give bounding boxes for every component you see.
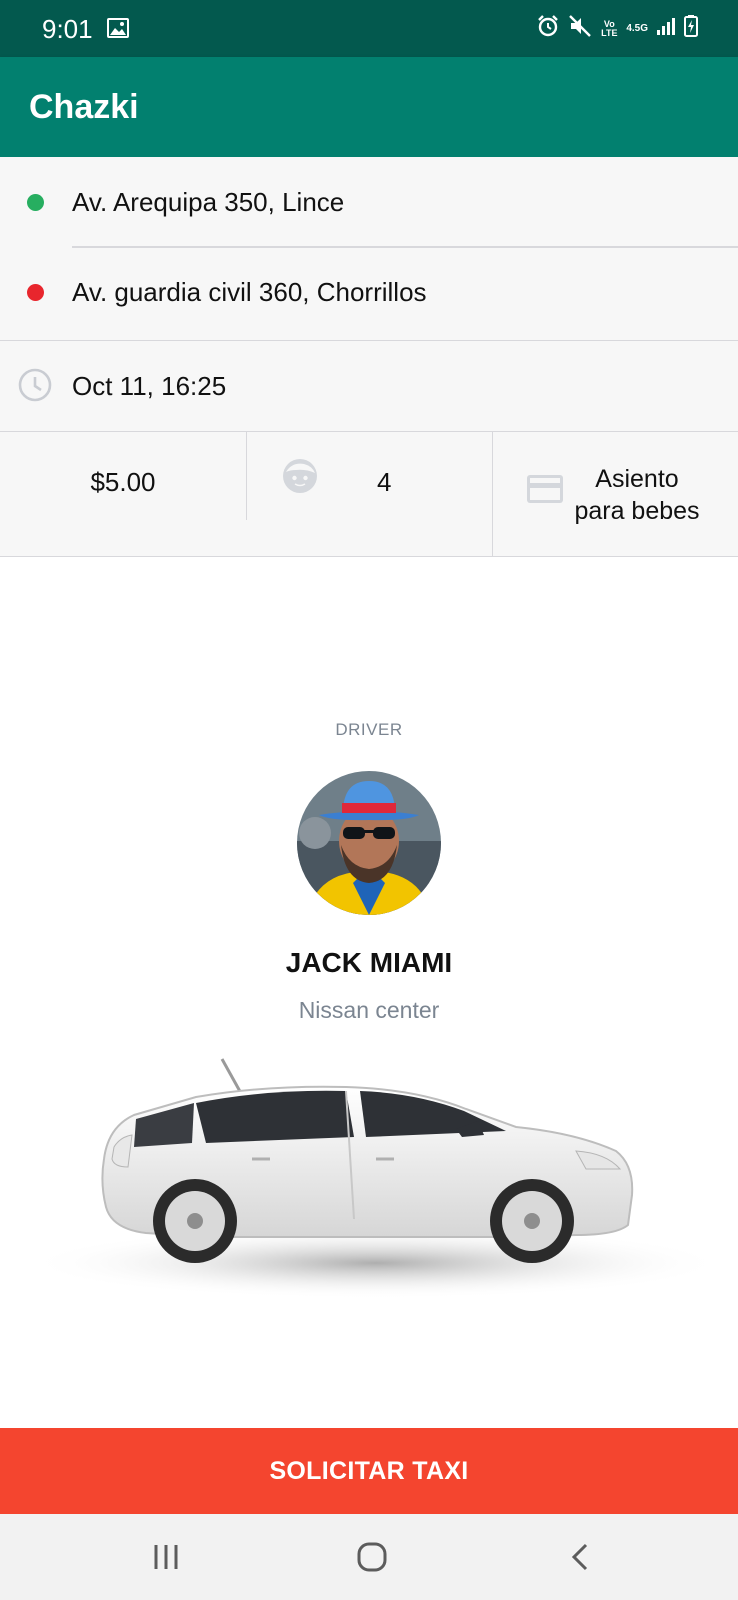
signal-icon [656, 16, 676, 41]
price-cell[interactable]: $5.00 [0, 432, 246, 557]
driver-avatar [297, 771, 441, 915]
status-icons: Vo LTE 4.5G [536, 14, 698, 43]
origin-divider [72, 246, 738, 248]
origin-dot [27, 194, 44, 211]
datetime-row[interactable]: Oct 11, 16:25 [0, 341, 738, 429]
image-icon [107, 18, 129, 43]
origin-address: Av. Arequipa 350, Lince [72, 187, 345, 217]
app-bar: Chazki [0, 57, 738, 157]
status-bar: 9:01 Vo LTE 4.5G [0, 0, 738, 57]
volte-icon: Vo LTE [601, 18, 618, 38]
passengers-value: 4 [377, 467, 392, 497]
app-title: Chazki [29, 88, 139, 126]
baby-seat-label-2: para bebes [574, 497, 700, 525]
battery-charging-icon [684, 15, 698, 42]
origin-row[interactable]: Av. Arequipa 350, Lince [0, 157, 738, 245]
price-value: $5.00 [90, 467, 156, 497]
clock-icon [18, 368, 52, 407]
card-icon [526, 474, 564, 509]
driver-caption: DRIVER [335, 720, 403, 739]
recent-apps-icon[interactable] [136, 1534, 196, 1580]
destination-dot [27, 284, 44, 301]
baby-seat-cell[interactable]: Asiento para bebes [493, 432, 738, 557]
back-icon[interactable] [550, 1534, 610, 1580]
baby-seat-label-1: Asiento [595, 465, 679, 493]
home-icon[interactable] [342, 1534, 402, 1580]
system-nav-bar [0, 1514, 738, 1600]
vehicle-image [16, 1019, 726, 1324]
mute-icon [568, 14, 592, 43]
face-icon [282, 458, 318, 499]
alarm-icon [536, 14, 560, 43]
status-time: 9:01 [42, 14, 93, 44]
destination-row[interactable]: Av. guardia civil 360, Chorrillos [0, 249, 738, 337]
driver-name: JACK MIAMI [285, 947, 453, 978]
driver-section: DRIVER JACK MIAMI Nissan center [0, 557, 738, 1427]
destination-address: Av. guardia civil 360, Chorrillos [72, 277, 427, 307]
request-taxi-button[interactable]: SOLICITAR TAXI [0, 1428, 738, 1514]
trip-details-panel: Av. Arequipa 350, Lince Av. guardia civi… [0, 157, 738, 557]
passengers-cell[interactable]: 4 [247, 432, 492, 557]
datetime-value: Oct 11, 16:25 [72, 371, 227, 401]
4g-data-icon: 4.5G [626, 22, 648, 34]
